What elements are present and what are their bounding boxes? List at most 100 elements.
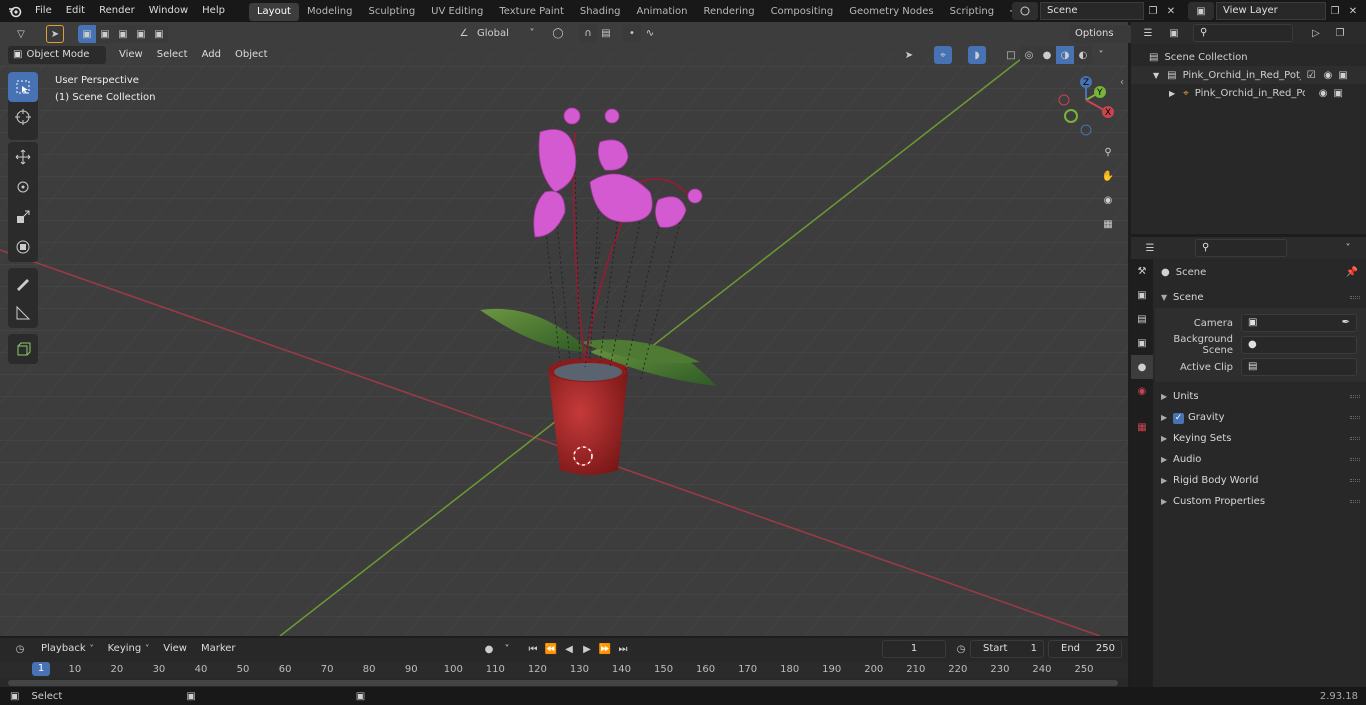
panel-gravity[interactable]: ▶ ✓ Gravity (1155, 407, 1366, 428)
menu-edit[interactable]: Edit (59, 0, 92, 22)
outliner-row-object[interactable]: ▶ ⌖ Pink_Orchid_in_Red_Pot ◉ ▣ (1131, 84, 1366, 102)
wireframe-shading-icon[interactable]: ◎ (1020, 46, 1038, 64)
transform-tool-icon[interactable] (8, 232, 38, 262)
play-reverse-icon[interactable]: ◀ (560, 640, 578, 658)
scene-tab-icon[interactable]: ● (1131, 355, 1153, 379)
view-layer-selector-icon[interactable]: ▣ (1188, 2, 1214, 20)
view-layer-tab-icon[interactable]: ▣ (1131, 331, 1153, 355)
scene-section-header[interactable]: ▼ Scene (1155, 287, 1366, 308)
tab-layout[interactable]: Layout (248, 3, 299, 21)
timeline-menu-marker[interactable]: Marker (194, 638, 243, 660)
panel-keying-sets[interactable]: ▶ Keying Sets (1155, 428, 1366, 449)
selection-mode-new-icon[interactable]: ▣ (78, 25, 96, 43)
panel-units[interactable]: ▶ Units (1155, 386, 1366, 407)
outliner-search-input[interactable]: ⚲ (1193, 24, 1293, 42)
new-collection-icon[interactable]: ❐ (1331, 24, 1349, 42)
navigation-gizmo[interactable]: Z Y X (1056, 72, 1120, 142)
timeline-menu-view[interactable]: View (156, 638, 194, 660)
drag-handle-icon[interactable] (1350, 458, 1360, 461)
snap-target-icon[interactable]: ▤ (597, 24, 615, 42)
sidebar-toggle-icon[interactable]: ‹ (1120, 77, 1124, 88)
drag-handle-icon[interactable] (1350, 395, 1360, 398)
frame-ruler[interactable]: 10 20 30 40 50 60 70 80 90 100 110 120 130 140 150 160 1… (0, 662, 1128, 678)
world-tab-icon[interactable]: ◉ (1131, 379, 1153, 403)
view-layer-field[interactable]: View Layer (1216, 2, 1326, 20)
selection-mode-invert-icon[interactable]: ▣ (132, 25, 150, 43)
move-tool-icon[interactable] (8, 142, 38, 172)
select-box-tool-icon[interactable] (8, 72, 38, 102)
new-view-layer-icon[interactable]: ❐ (1326, 2, 1344, 20)
camera-icon[interactable]: ▣ (1338, 70, 1347, 81)
active-tool-icon[interactable]: ➤ (46, 25, 64, 43)
tab-geometry-nodes[interactable]: Geometry Nodes (841, 3, 941, 21)
outliner-editor-type-icon[interactable]: ☰ (1135, 24, 1161, 42)
camera-field[interactable]: ▣ ✒ (1241, 314, 1357, 332)
add-cube-tool-icon[interactable] (8, 334, 38, 364)
pin-icon[interactable]: 📌 (1346, 267, 1358, 278)
keying-dropdown-icon[interactable]: ˅ (498, 640, 516, 658)
drag-handle-icon[interactable] (1350, 296, 1360, 299)
selection-mode-extend-icon[interactable]: ▣ (96, 25, 114, 43)
playhead-marker[interactable]: 1 (32, 662, 50, 676)
selection-mode-intersect-icon[interactable]: ▣ (150, 25, 168, 43)
proportional-falloff-icon[interactable]: ∿ (641, 24, 659, 42)
cursor-tool-icon[interactable] (8, 102, 38, 132)
viewport-menu-view[interactable]: View (112, 44, 150, 66)
tab-rendering[interactable]: Rendering (695, 3, 762, 21)
perspective-grid-icon[interactable]: ▦ (1096, 212, 1120, 236)
eye-icon[interactable]: ◉ (1319, 88, 1328, 99)
timeline-menu-keying[interactable]: Keying ˅ (101, 638, 157, 660)
panel-custom-properties[interactable]: ▶ Custom Properties (1155, 491, 1366, 512)
editor-type-icon[interactable]: ▽ (6, 25, 36, 43)
material-shading-icon[interactable]: ◑ (1056, 46, 1074, 64)
tab-sculpting[interactable]: Sculpting (360, 3, 423, 21)
tab-texture-paint[interactable]: Texture Paint (491, 3, 572, 21)
shading-options-icon[interactable]: ˅ (1092, 46, 1110, 64)
preview-range-icon[interactable]: ◷ (952, 640, 970, 658)
delete-view-layer-icon[interactable]: ✕ (1344, 2, 1362, 20)
expand-arrow-icon[interactable]: ▼ (1153, 71, 1159, 80)
properties-options-icon[interactable]: ˅ (1339, 239, 1357, 257)
drag-handle-icon[interactable] (1350, 500, 1360, 503)
jump-start-icon[interactable]: ⏮ (524, 640, 542, 658)
tab-shading[interactable]: Shading (572, 3, 629, 21)
viewport-menu-select[interactable]: Select (150, 44, 195, 66)
tool-tab-icon[interactable]: ⚒ (1131, 259, 1153, 283)
snap-toggle-icon[interactable]: ∩ (579, 24, 597, 42)
texture-tab-icon[interactable]: ▦ (1131, 415, 1153, 439)
camera-icon[interactable]: ▣ (1334, 88, 1343, 99)
tab-scripting[interactable]: Scripting (942, 3, 1002, 21)
tab-modeling[interactable]: Modeling (299, 3, 361, 21)
solid-shading-icon[interactable]: ● (1038, 46, 1056, 64)
active-clip-field[interactable]: ▤ (1241, 358, 1357, 376)
menu-render[interactable]: Render (92, 0, 142, 22)
drag-handle-icon[interactable] (1350, 437, 1360, 440)
menu-file[interactable]: File (28, 0, 59, 22)
next-keyframe-icon[interactable]: ⏩ (596, 640, 614, 658)
object-mode-select[interactable]: ▣ Object Mode (8, 46, 106, 64)
tab-animation[interactable]: Animation (629, 3, 696, 21)
rendered-shading-icon[interactable]: ◐ (1074, 46, 1092, 64)
timeline-scrollbar[interactable] (8, 680, 1118, 686)
xray-toggle-icon[interactable]: □ (1002, 46, 1020, 64)
timeline-menu-playback[interactable]: Playback ˅ (34, 638, 101, 660)
panel-audio[interactable]: ▶ Audio (1155, 449, 1366, 470)
scale-tool-icon[interactable] (8, 202, 38, 232)
timeline-editor-type-icon[interactable]: ◷ (6, 640, 34, 658)
proportional-edit-icon[interactable]: • (623, 24, 641, 42)
tab-uv-editing[interactable]: UV Editing (423, 3, 491, 21)
scene-name-field[interactable]: Scene (1040, 2, 1144, 20)
new-scene-icon[interactable]: ❐ (1144, 2, 1162, 20)
panel-rigid-body-world[interactable]: ▶ Rigid Body World (1155, 470, 1366, 491)
properties-search-input[interactable]: ⚲ (1195, 239, 1287, 257)
outliner-row-scene-collection[interactable]: ▤ Scene Collection (1131, 48, 1366, 66)
expand-arrow-icon[interactable]: ▶ (1169, 89, 1175, 98)
drag-handle-icon[interactable] (1350, 479, 1360, 482)
annotate-tool-icon[interactable] (8, 268, 38, 298)
jump-end-icon[interactable]: ⏭ (614, 640, 632, 658)
selection-mode-subtract-icon[interactable]: ▣ (114, 25, 132, 43)
tab-compositing[interactable]: Compositing (763, 3, 842, 21)
eye-icon[interactable]: ◉ (1324, 70, 1333, 81)
auto-keying-icon[interactable]: ● (480, 640, 498, 658)
output-tab-icon[interactable]: ▤ (1131, 307, 1153, 331)
